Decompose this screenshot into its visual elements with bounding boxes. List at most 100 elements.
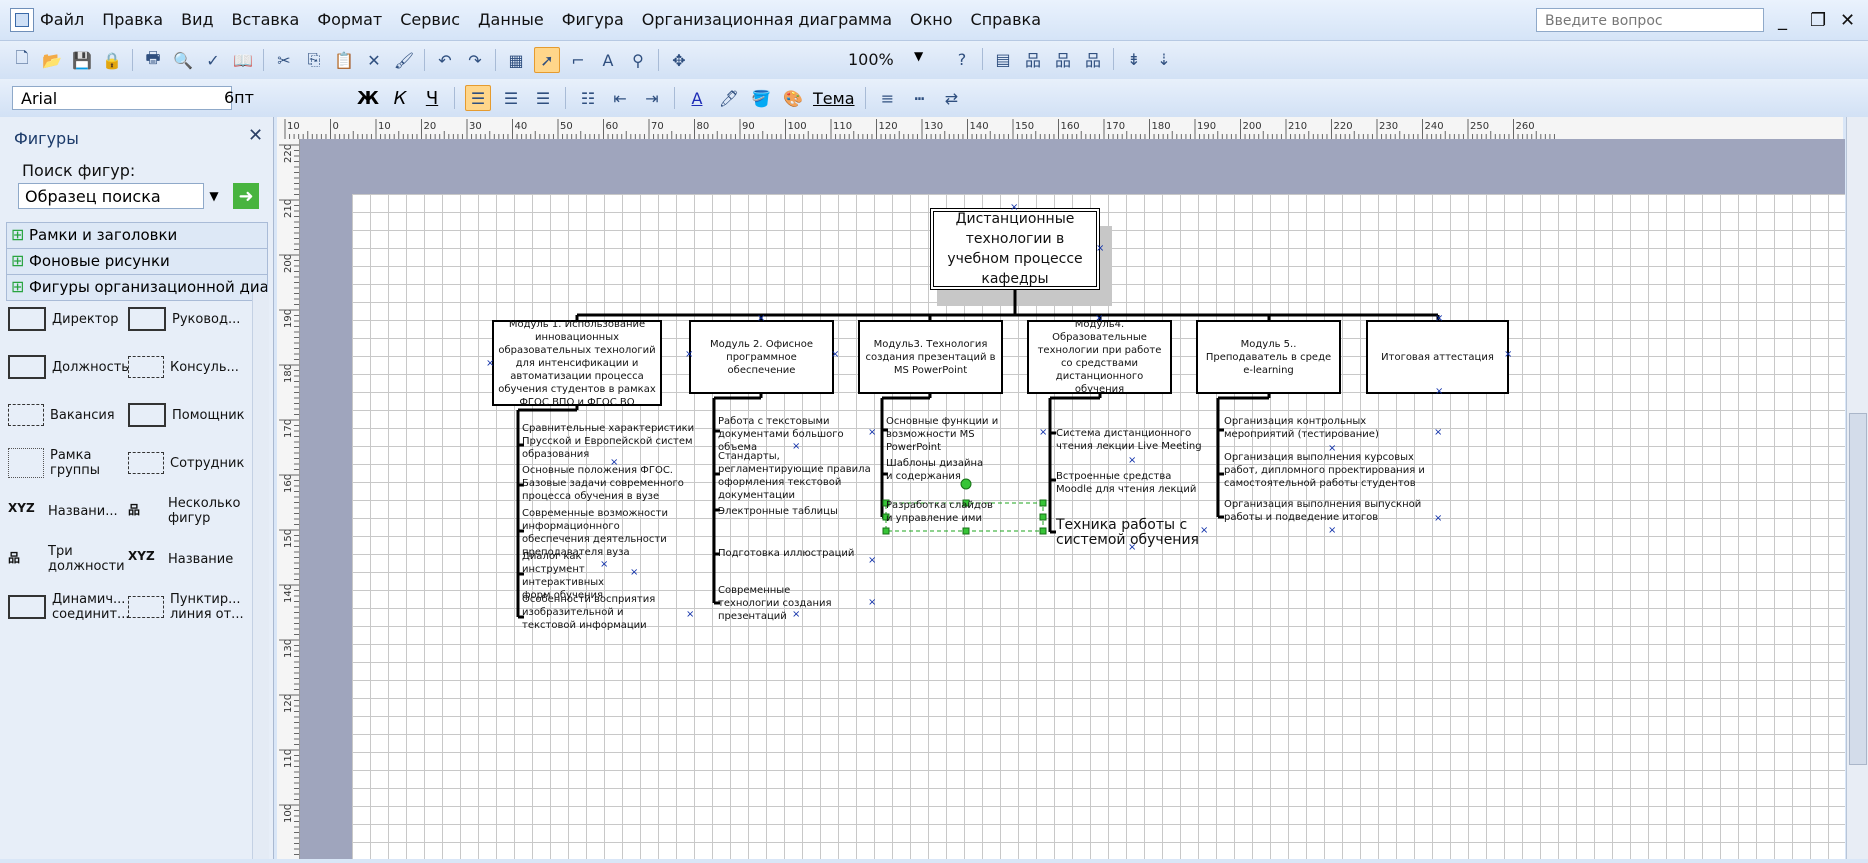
- close-icon[interactable]: ✕: [1840, 10, 1855, 31]
- font-name-field[interactable]: Arial: [12, 86, 232, 110]
- vertical-scrollbar[interactable]: [1846, 117, 1868, 859]
- module-4-item[interactable]: Система дистанционного чтения лекции Liv…: [1056, 427, 1216, 453]
- connector-tool-icon[interactable]: ⌐: [566, 48, 590, 72]
- italic-button[interactable]: К: [388, 86, 412, 110]
- pointer-tool-icon[interactable]: ➚: [534, 47, 560, 73]
- increase-indent-icon[interactable]: ⇥: [640, 86, 664, 110]
- shape-consultant[interactable]: Консуль...: [128, 343, 248, 391]
- stencil-borders-titles[interactable]: Рамки и заголовки: [6, 222, 268, 249]
- zoom-dropdown-icon[interactable]: ▼: [914, 49, 932, 69]
- theme-icon[interactable]: 🎨: [781, 86, 805, 110]
- stamp-tool-icon[interactable]: ⚲: [626, 48, 650, 72]
- save-icon[interactable]: 💾: [70, 48, 94, 72]
- menu-view[interactable]: Вид: [181, 10, 213, 29]
- underline-button[interactable]: Ч: [420, 86, 444, 110]
- module-3-item[interactable]: Разработка слайдов и управление ими: [886, 499, 996, 525]
- line-ends-icon[interactable]: ⇄: [940, 86, 964, 110]
- shape-dotted-line[interactable]: Пунктир... линия от...: [128, 583, 248, 631]
- print-preview-icon[interactable]: 🔍: [171, 48, 195, 72]
- align-center-icon[interactable]: ☰: [499, 86, 523, 110]
- shapes-panel-scrollbar[interactable]: [252, 292, 269, 859]
- module-2-item[interactable]: Современные технологии создания презента…: [718, 584, 848, 623]
- shape-staff[interactable]: Сотрудник: [128, 439, 248, 487]
- permissions-icon[interactable]: 🔒: [100, 48, 124, 72]
- shape-vacancy[interactable]: Вакансия: [8, 391, 128, 439]
- org-move-icon[interactable]: ⇟: [1122, 47, 1146, 71]
- shape-title-xyz[interactable]: XYZ Названи...: [8, 487, 128, 535]
- menu-help[interactable]: Справка: [971, 10, 1042, 29]
- new-document-icon[interactable]: 🗋: [10, 48, 34, 72]
- line-color-icon[interactable]: 🖊: [717, 86, 741, 110]
- redo-icon[interactable]: ↷: [463, 48, 487, 72]
- research-icon[interactable]: 📖: [231, 48, 255, 72]
- shape-multiple[interactable]: 品 Несколько фигур: [128, 487, 248, 535]
- menu-file[interactable]: Файл: [40, 10, 84, 29]
- restore-icon[interactable]: ❐: [1810, 10, 1826, 31]
- format-painter-icon[interactable]: 🖌: [392, 48, 416, 72]
- decrease-indent-icon[interactable]: ⇤: [608, 86, 632, 110]
- org-chart-root-box[interactable]: Дистанционные технологии в учебном проце…: [930, 208, 1100, 290]
- question-search-box[interactable]: Введите вопрос: [1536, 8, 1764, 32]
- menu-edit[interactable]: Правка: [102, 10, 163, 29]
- menu-org-chart[interactable]: Организационная диаграмма: [642, 10, 892, 29]
- module-5-item[interactable]: Организация выполнения выпускной работы …: [1224, 498, 1434, 524]
- shape-name-corp[interactable]: XYZ Название: [128, 535, 248, 583]
- module-2-item[interactable]: Подготовка иллюстраций: [718, 547, 873, 560]
- module-5-item[interactable]: Организация контрольных мероприятий (тес…: [1224, 415, 1434, 441]
- stencil-backgrounds[interactable]: Фоновые рисунки: [6, 248, 268, 275]
- bullets-icon[interactable]: ☷: [576, 86, 600, 110]
- module-1-item[interactable]: Основные положения ФГОС. Базовые задачи …: [522, 464, 704, 503]
- org-import-icon[interactable]: ⇣: [1152, 47, 1176, 71]
- menu-tools[interactable]: Сервис: [400, 10, 460, 29]
- undo-icon[interactable]: ↶: [433, 48, 457, 72]
- org-arrange-3-icon[interactable]: 品: [1081, 47, 1105, 71]
- cut-icon[interactable]: ✂: [272, 48, 296, 72]
- paste-icon[interactable]: 📋: [332, 48, 356, 72]
- module-2-box[interactable]: Модуль 2. Офисное программное обеспечени…: [689, 320, 834, 394]
- close-panel-icon[interactable]: ✕: [248, 125, 263, 146]
- font-size-field[interactable]: 6пт: [218, 86, 344, 110]
- menu-data[interactable]: Данные: [478, 10, 544, 29]
- module-5-item[interactable]: Организация выполнения курсовых работ, д…: [1224, 451, 1434, 490]
- drawing-canvas[interactable]: Дистанционные технологии в учебном проце…: [300, 139, 1845, 859]
- org-arrange-2-icon[interactable]: 品: [1051, 47, 1075, 71]
- scrollbar-thumb[interactable]: [1849, 413, 1867, 765]
- shape-manager[interactable]: Руковод...: [128, 295, 248, 343]
- theme-button[interactable]: Тема: [813, 89, 855, 108]
- shape-dynamic-connector[interactable]: Динамич... соединит...: [8, 583, 129, 631]
- module-1-item[interactable]: Особенности восприятия изобразительной и…: [522, 593, 672, 632]
- module-1-box[interactable]: Модуль 1. Использование инновационных об…: [492, 319, 662, 408]
- module-2-item[interactable]: Стандарты, регламентирующие правила офор…: [718, 450, 873, 502]
- module-3-item[interactable]: Шаблоны дизайна и содержания: [886, 457, 991, 483]
- spelling-icon[interactable]: ✓: [201, 48, 225, 72]
- search-dropdown-icon[interactable]: ▼: [205, 184, 223, 208]
- search-go-icon[interactable]: ➜: [233, 183, 259, 209]
- search-shapes-input[interactable]: Образец поиска: [18, 183, 204, 209]
- menu-shape[interactable]: Фигура: [562, 10, 624, 29]
- module-2-item[interactable]: Электронные таблицы: [718, 505, 873, 518]
- help-icon[interactable]: ?: [950, 47, 974, 71]
- copy-icon[interactable]: ⎘: [302, 48, 326, 72]
- open-icon[interactable]: 📂: [40, 48, 64, 72]
- shapes-window-icon[interactable]: ▦: [504, 48, 528, 72]
- pan-zoom-icon[interactable]: ✥: [667, 48, 691, 72]
- line-pattern-icon[interactable]: ┅: [908, 86, 932, 110]
- module-1-item[interactable]: Сравнительные характеристики Прусской и …: [522, 422, 702, 461]
- visio-app-icon[interactable]: [10, 8, 34, 32]
- shape-assistant[interactable]: Помощник: [128, 391, 248, 439]
- org-arrange-icon[interactable]: 品: [1021, 47, 1045, 71]
- module-3-box[interactable]: Модуль3. Технология создания презентаций…: [858, 320, 1003, 394]
- shape-three-positions[interactable]: 品 Три должности: [8, 535, 128, 583]
- menu-format[interactable]: Формат: [317, 10, 382, 29]
- minimize-icon[interactable]: _: [1778, 10, 1787, 31]
- final-attestation-box[interactable]: Итоговая аттестация: [1366, 320, 1509, 394]
- menu-window[interactable]: Окно: [910, 10, 953, 29]
- align-left-icon[interactable]: ☰: [465, 85, 491, 111]
- module-4-box[interactable]: Модуль4. Образовательные технологии при …: [1027, 319, 1172, 395]
- font-color-icon[interactable]: A: [685, 86, 709, 110]
- align-right-icon[interactable]: ☰: [531, 86, 555, 110]
- delete-icon[interactable]: ✕: [362, 48, 386, 72]
- print-icon[interactable]: 🖶: [141, 48, 165, 72]
- org-layout-icon[interactable]: ▤: [991, 47, 1015, 71]
- line-weight-icon[interactable]: ≡: [876, 86, 900, 110]
